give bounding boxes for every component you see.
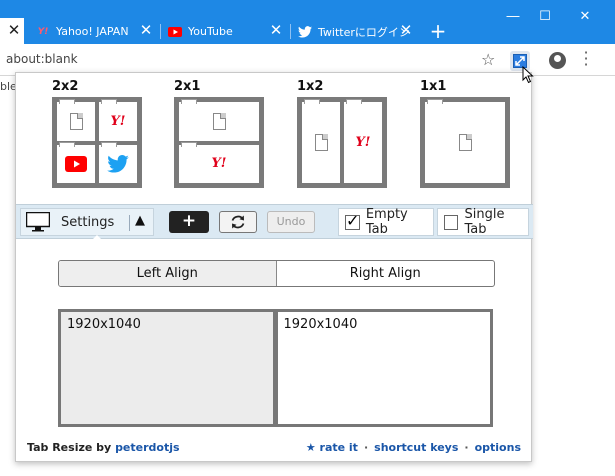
- youtube-icon: [65, 155, 87, 172]
- window-close-icon[interactable]: ✕: [570, 6, 600, 28]
- layout-cell-blank: [57, 99, 95, 141]
- layout-preview: Y!: [297, 97, 387, 188]
- new-tab-button[interactable]: +: [428, 20, 448, 42]
- layout-label: 2x1: [174, 79, 201, 94]
- reset-button[interactable]: [219, 211, 257, 233]
- pointer-arrow: [91, 235, 103, 241]
- options-link[interactable]: options: [475, 441, 521, 454]
- yahoo-icon: Y!: [355, 135, 371, 150]
- by-text: by: [96, 441, 112, 454]
- layout-cell-blank: [302, 99, 340, 183]
- display-selector: 1920x1040 1920x1040: [58, 309, 493, 427]
- layout-cell-youtube: [57, 141, 95, 183]
- left-align-button[interactable]: Left Align: [59, 261, 277, 286]
- tab-title: Yahoo! JAPAN: [56, 25, 129, 38]
- add-layout-button[interactable]: +: [169, 211, 209, 233]
- profile-avatar-icon[interactable]: [549, 52, 566, 69]
- yahoo-icon: Y!: [37, 26, 49, 37]
- divider: [129, 215, 130, 231]
- footer-credit: Tab Resize by peterdotjs: [27, 441, 180, 454]
- close-icon[interactable]: ✕: [398, 22, 414, 38]
- empty-tab-label: Empty Tab: [365, 207, 408, 237]
- settings-toggle[interactable]: Settings ▲: [20, 208, 154, 241]
- monitor-icon: [25, 211, 51, 232]
- settings-label: Settings: [61, 214, 115, 230]
- control-bar: Settings ▲ + Undo Empty Tab Single Tab: [16, 204, 533, 241]
- layout-cell-yahoo: Y!: [179, 141, 259, 183]
- layout-cell-blank: [425, 99, 505, 183]
- twitter-icon: [107, 154, 129, 173]
- layout-cell-blank: [179, 99, 259, 141]
- right-align-button[interactable]: Right Align: [277, 261, 495, 286]
- tab-yahoo[interactable]: Y! Yahoo! JAPAN ✕: [36, 18, 156, 45]
- rate-it-link[interactable]: ★ rate it: [306, 441, 358, 454]
- mouse-cursor-icon: [522, 66, 534, 84]
- layout-preview: Y!: [52, 97, 142, 188]
- layout-cell-yahoo: Y!: [99, 99, 137, 141]
- separator-dot: ·: [363, 441, 369, 454]
- shortcut-keys-link[interactable]: shortcut keys: [374, 441, 458, 454]
- app-name: Tab Resize: [27, 441, 93, 454]
- layout-preview: [420, 97, 510, 188]
- layout-preview: Y!: [174, 97, 264, 188]
- maximize-icon[interactable]: ☐: [530, 6, 560, 28]
- menu-kebab-icon[interactable]: · · ·: [582, 45, 590, 73]
- single-tab-label: Single Tab: [464, 207, 505, 237]
- alignment-toggle: Left Align Right Align: [58, 260, 495, 287]
- tab-title: YouTube: [188, 25, 233, 38]
- layout-label: 1x1: [420, 79, 447, 94]
- browser-titlebar: ✕ Y! Yahoo! JAPAN ✕ YouTube ✕ Twitterにログ…: [0, 0, 615, 45]
- single-tab-option[interactable]: Single Tab: [437, 207, 529, 237]
- tab-twitter[interactable]: Twitterにログイン ✕: [298, 18, 416, 45]
- refresh-icon: [231, 215, 245, 229]
- empty-tab-checkbox[interactable]: [345, 211, 360, 230]
- single-tab-checkbox[interactable]: [444, 214, 459, 230]
- youtube-icon: [168, 25, 182, 39]
- document-icon: [69, 112, 83, 130]
- yahoo-icon: Y!: [110, 113, 126, 129]
- display-left[interactable]: 1920x1040: [58, 309, 276, 427]
- tab-title: Twitterにログイン: [318, 25, 410, 39]
- close-icon[interactable]: ✕: [6, 22, 22, 38]
- layout-label: 1x2: [297, 79, 324, 94]
- close-icon[interactable]: ✕: [268, 22, 284, 38]
- display-right[interactable]: 1920x1040: [275, 309, 493, 427]
- tab-separator: [160, 24, 161, 39]
- layout-cell-twitter: [99, 141, 137, 183]
- yahoo-icon: Y!: [211, 156, 227, 172]
- tab-active[interactable]: ✕: [0, 18, 24, 45]
- tab-separator: [290, 24, 291, 39]
- tab-resize-popup: 2x2 Y! 2x1 Y! 1x2 Y! 1x1 Settings ▲ + Un…: [15, 72, 533, 462]
- layout-cell-yahoo: Y!: [344, 99, 382, 183]
- empty-tab-option[interactable]: Empty Tab: [338, 207, 434, 237]
- star-icon[interactable]: ☆: [481, 50, 495, 69]
- minimize-icon[interactable]: ―: [498, 6, 528, 28]
- document-icon: [314, 134, 328, 151]
- document-icon: [212, 112, 226, 130]
- author-link[interactable]: peterdotjs: [115, 441, 180, 454]
- separator-dot: ·: [464, 441, 469, 454]
- chevron-up-icon[interactable]: ▲: [135, 213, 145, 228]
- close-icon[interactable]: ✕: [138, 22, 154, 38]
- document-icon: [458, 134, 472, 151]
- undo-button[interactable]: Undo: [267, 211, 315, 233]
- twitter-icon: [298, 25, 312, 39]
- footer-links: ★ rate it · shortcut keys · options: [306, 441, 521, 454]
- tab-youtube[interactable]: YouTube ✕: [168, 18, 286, 45]
- address-bar[interactable]: about:blank: [6, 52, 78, 66]
- layout-label: 2x2: [52, 79, 79, 94]
